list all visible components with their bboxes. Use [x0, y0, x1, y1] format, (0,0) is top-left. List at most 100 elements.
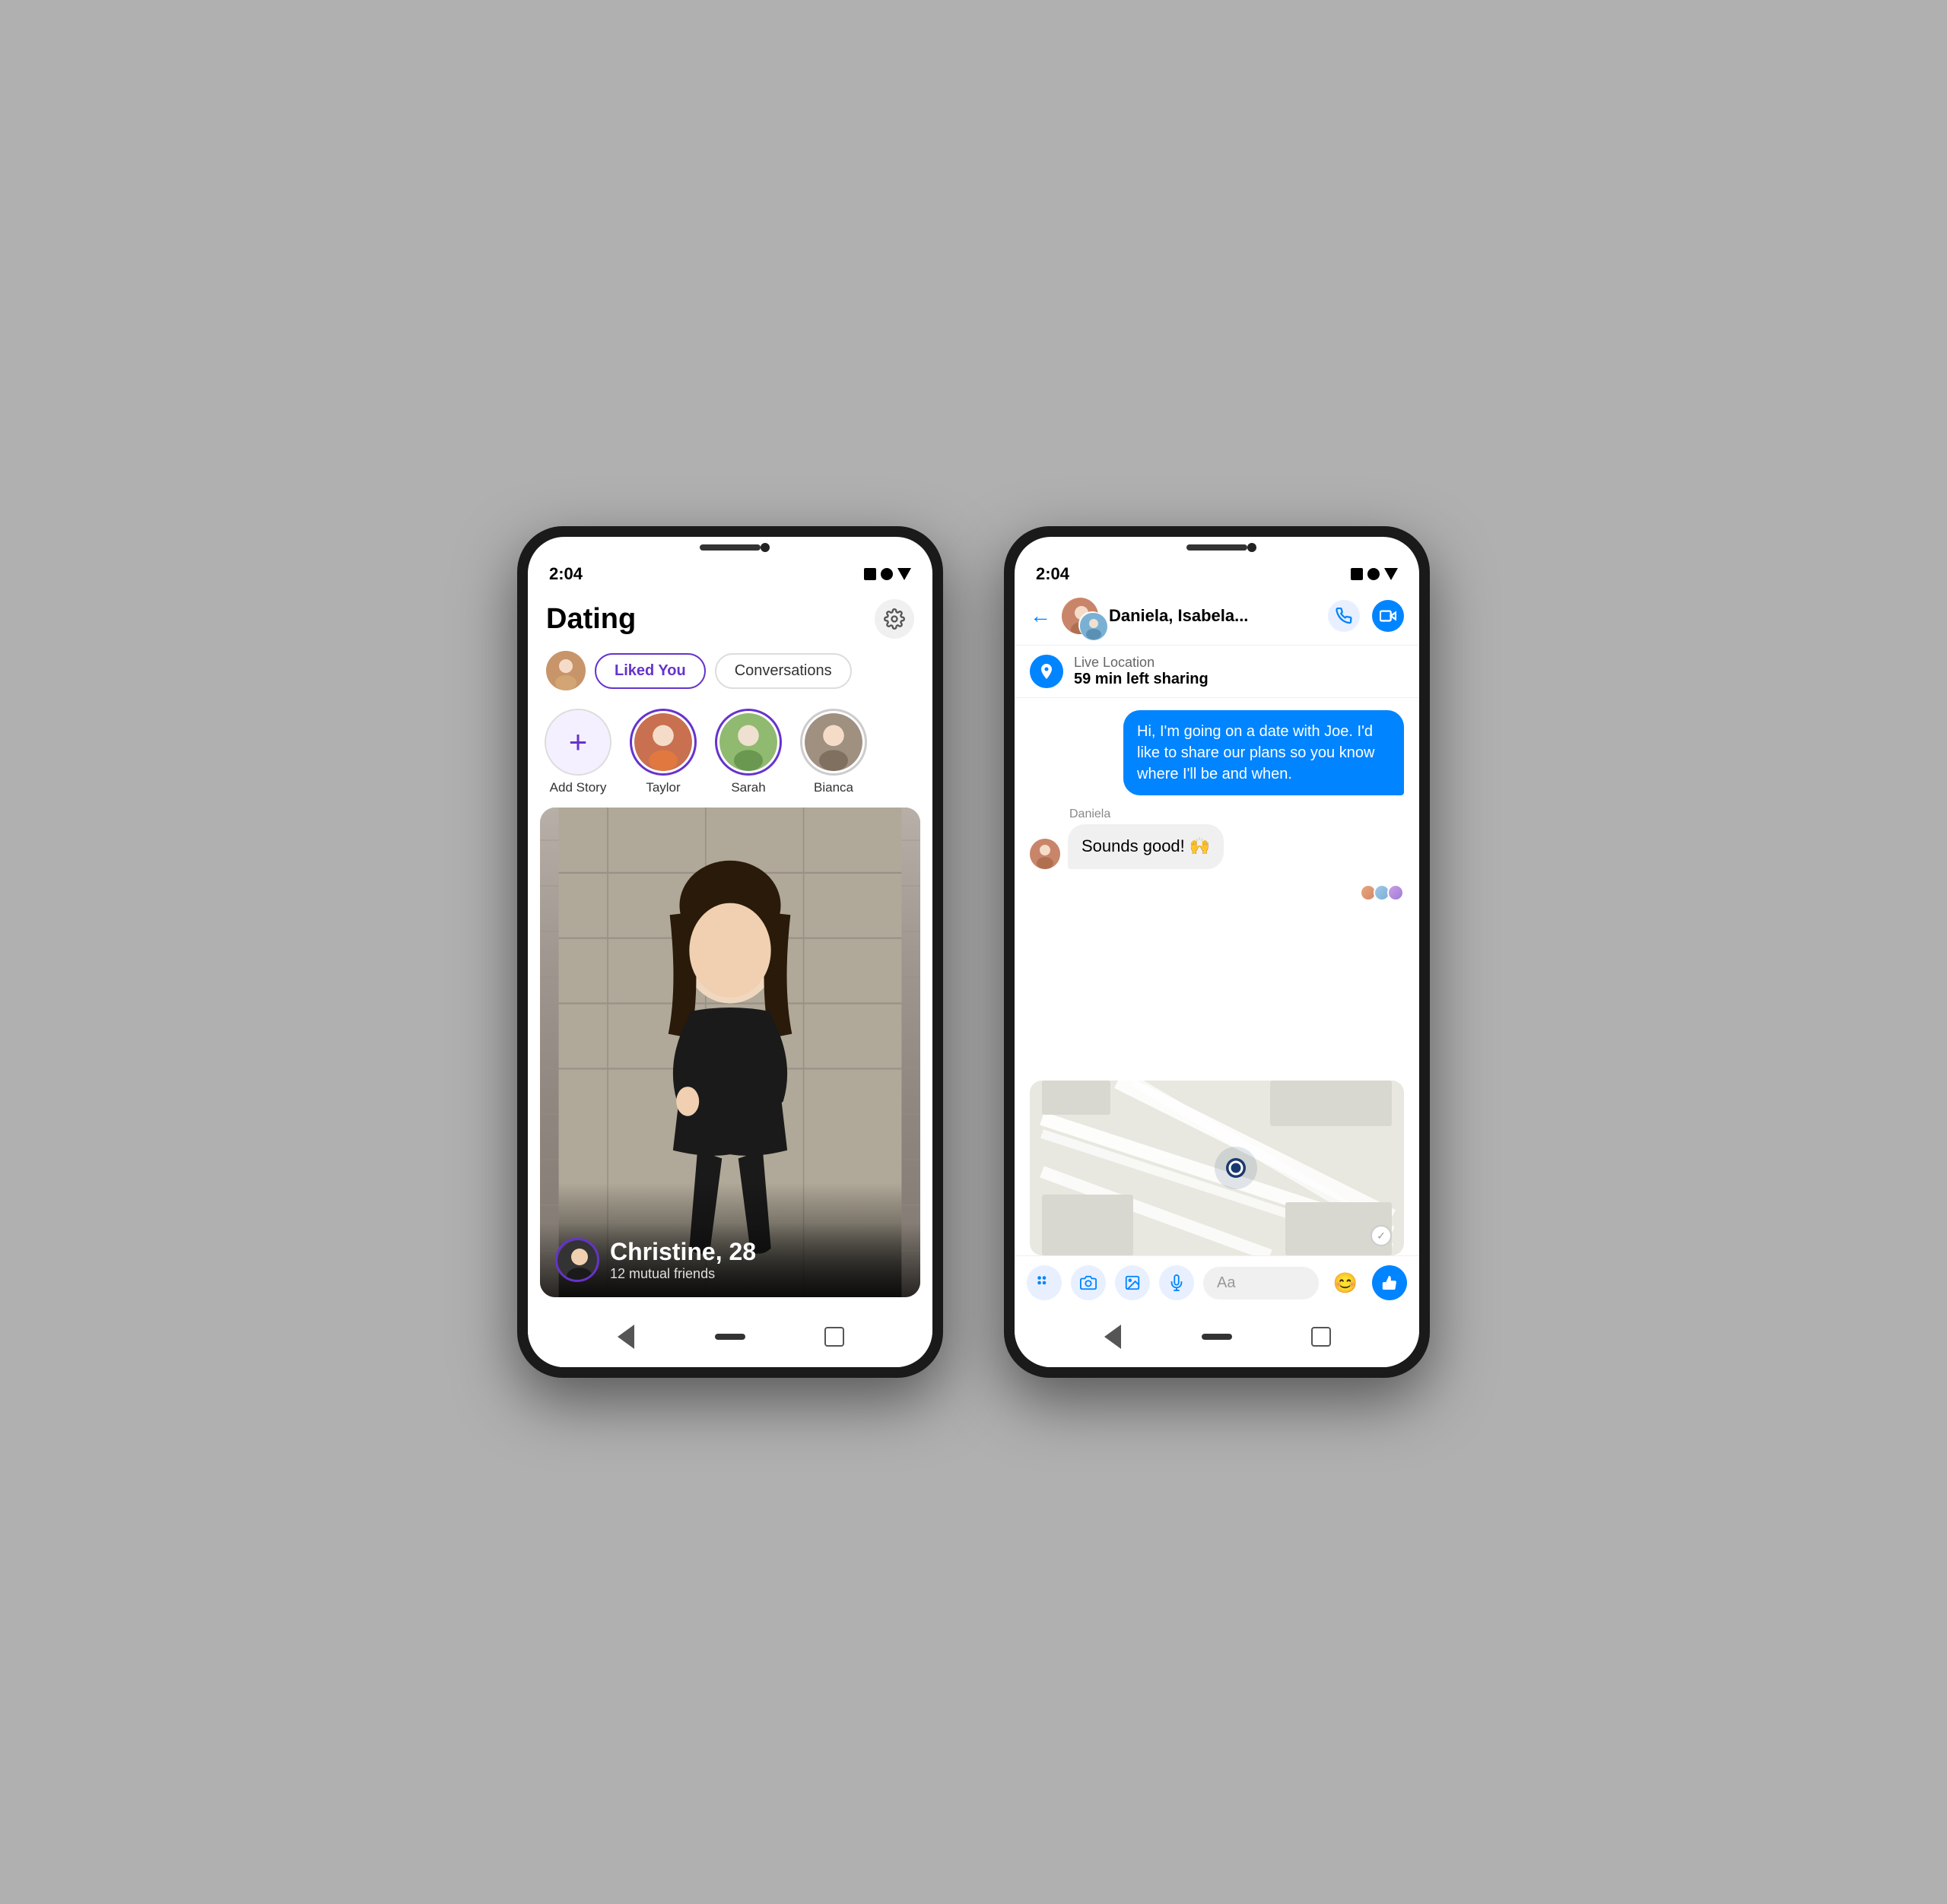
message-row: Sounds good! 🙌 [1030, 824, 1224, 869]
story-bianca[interactable]: Bianca [796, 709, 872, 795]
story-label-sarah: Sarah [731, 780, 765, 795]
location-icon [1030, 655, 1063, 688]
nav-back-button[interactable] [611, 1322, 641, 1352]
story-sarah[interactable]: Sarah [710, 709, 786, 795]
voice-call-button[interactable] [1328, 600, 1360, 632]
delivered-check-icon: ✓ [1371, 1225, 1392, 1246]
status-time: 2:04 [549, 564, 583, 584]
plus-icon: + [569, 726, 588, 758]
tab-conversations[interactable]: Conversations [715, 653, 852, 689]
bubble-outgoing: Hi, I'm going on a date with Joe. I'd li… [1123, 710, 1404, 795]
more-options-button[interactable] [1027, 1265, 1062, 1300]
conversation-avatars [1060, 596, 1100, 636]
avatar-isabela [1078, 611, 1106, 639]
microphone-button[interactable] [1159, 1265, 1194, 1300]
nav-recents-button[interactable] [819, 1322, 850, 1352]
phone-top-bar-2 [1015, 537, 1419, 558]
back-button[interactable]: ← [1030, 604, 1051, 628]
camera [761, 543, 770, 552]
story-circle-taylor[interactable] [630, 709, 697, 776]
header-action-buttons [1328, 600, 1404, 632]
phone-messenger: 2:04 ← [1004, 526, 1430, 1378]
live-location-map[interactable]: ✓ [1030, 1081, 1404, 1255]
read-receipts [1030, 884, 1404, 901]
dating-screen: Dating Liked You [528, 587, 932, 1309]
stories-row: + Add Story [528, 697, 932, 801]
camera-2 [1247, 543, 1256, 552]
battery-icon [897, 568, 911, 580]
add-story-button[interactable]: + [545, 709, 611, 776]
phone-top-bar [528, 537, 932, 558]
bubble-incoming: Sounds good! 🙌 [1068, 824, 1224, 869]
sender-name-daniela: Daniela [1069, 808, 1224, 821]
location-title: Live Location [1074, 655, 1209, 671]
nav-home-button[interactable] [715, 1322, 745, 1352]
location-text: Live Location 59 min left sharing [1074, 655, 1209, 688]
battery-icon-2 [1384, 568, 1398, 580]
speaker-2 [1186, 544, 1247, 551]
story-circle-bianca[interactable] [800, 709, 867, 776]
messenger-header: ← [1015, 587, 1419, 646]
location-subtitle: 59 min left sharing [1074, 671, 1209, 688]
map-svg [1030, 1081, 1404, 1255]
bottom-nav-2 [1015, 1309, 1419, 1367]
message-outgoing: Hi, I'm going on a date with Joe. I'd li… [1123, 710, 1404, 795]
like-button[interactable] [1372, 1265, 1407, 1300]
settings-button[interactable] [875, 599, 914, 639]
user-profile-avatar[interactable] [546, 651, 586, 690]
gallery-button[interactable] [1115, 1265, 1150, 1300]
bottom-nav [528, 1309, 932, 1367]
story-avatar-sarah [719, 713, 777, 771]
home-icon [715, 1334, 745, 1340]
card-info-overlay: Christine, 28 12 mutual friends [540, 1223, 920, 1297]
add-story-item[interactable]: + Add Story [540, 709, 616, 795]
speaker [700, 544, 761, 551]
video-call-button[interactable] [1372, 600, 1404, 632]
back-icon-2 [1104, 1325, 1121, 1349]
status-bar: 2:04 [528, 558, 932, 587]
card-name: Christine, 28 [610, 1238, 756, 1266]
signal-icon-2 [1351, 568, 1363, 580]
profile-card-christine[interactable]: Christine, 28 12 mutual friends [540, 808, 920, 1297]
story-circle-sarah[interactable] [715, 709, 782, 776]
emoji-button[interactable]: 😊 [1328, 1265, 1363, 1300]
add-story-label: Add Story [550, 780, 607, 795]
nav-back-button-2[interactable] [1097, 1322, 1128, 1352]
wifi-icon-2 [1367, 568, 1380, 580]
phone-dating: 2:04 Dating [517, 526, 943, 1378]
input-bar: Aa 😊 [1015, 1255, 1419, 1309]
message-incoming-daniela: Daniela Sounds good! 🙌 [1030, 808, 1224, 869]
card-text: Christine, 28 12 mutual friends [610, 1238, 756, 1282]
status-icons-2 [1351, 568, 1398, 580]
nav-home-button-2[interactable] [1202, 1322, 1232, 1352]
recents-icon [824, 1327, 844, 1347]
messenger-screen: ← [1015, 587, 1419, 1309]
status-icons [864, 568, 911, 580]
card-mini-avatar [555, 1238, 599, 1282]
message-input[interactable]: Aa [1203, 1267, 1319, 1299]
tab-liked-you[interactable]: Liked You [595, 653, 706, 689]
card-mutual-friends: 12 mutual friends [610, 1266, 756, 1282]
conversation-name[interactable]: Daniela, Isabela... [1109, 606, 1319, 626]
dating-tabs: Liked You Conversations [528, 645, 932, 697]
story-taylor[interactable]: Taylor [625, 709, 701, 795]
dating-title: Dating [546, 603, 636, 636]
wifi-icon [881, 568, 893, 580]
daniela-avatar-msg [1030, 839, 1060, 869]
receipt-avatar-3 [1387, 884, 1404, 901]
story-label-taylor: Taylor [646, 780, 680, 795]
signal-icon [864, 568, 876, 580]
recents-icon-2 [1311, 1327, 1331, 1347]
messages-area: Hi, I'm going on a date with Joe. I'd li… [1015, 698, 1419, 1081]
camera-button[interactable] [1071, 1265, 1106, 1300]
dating-header: Dating [528, 587, 932, 645]
story-label-bianca: Bianca [814, 780, 853, 795]
story-avatar-bianca [805, 713, 862, 771]
back-icon [618, 1325, 634, 1349]
home-icon-2 [1202, 1334, 1232, 1340]
nav-recents-button-2[interactable] [1306, 1322, 1336, 1352]
story-avatar-taylor [634, 713, 692, 771]
live-location-banner: Live Location 59 min left sharing [1015, 646, 1419, 698]
status-time-2: 2:04 [1036, 564, 1069, 584]
status-bar-2: 2:04 [1015, 558, 1419, 587]
